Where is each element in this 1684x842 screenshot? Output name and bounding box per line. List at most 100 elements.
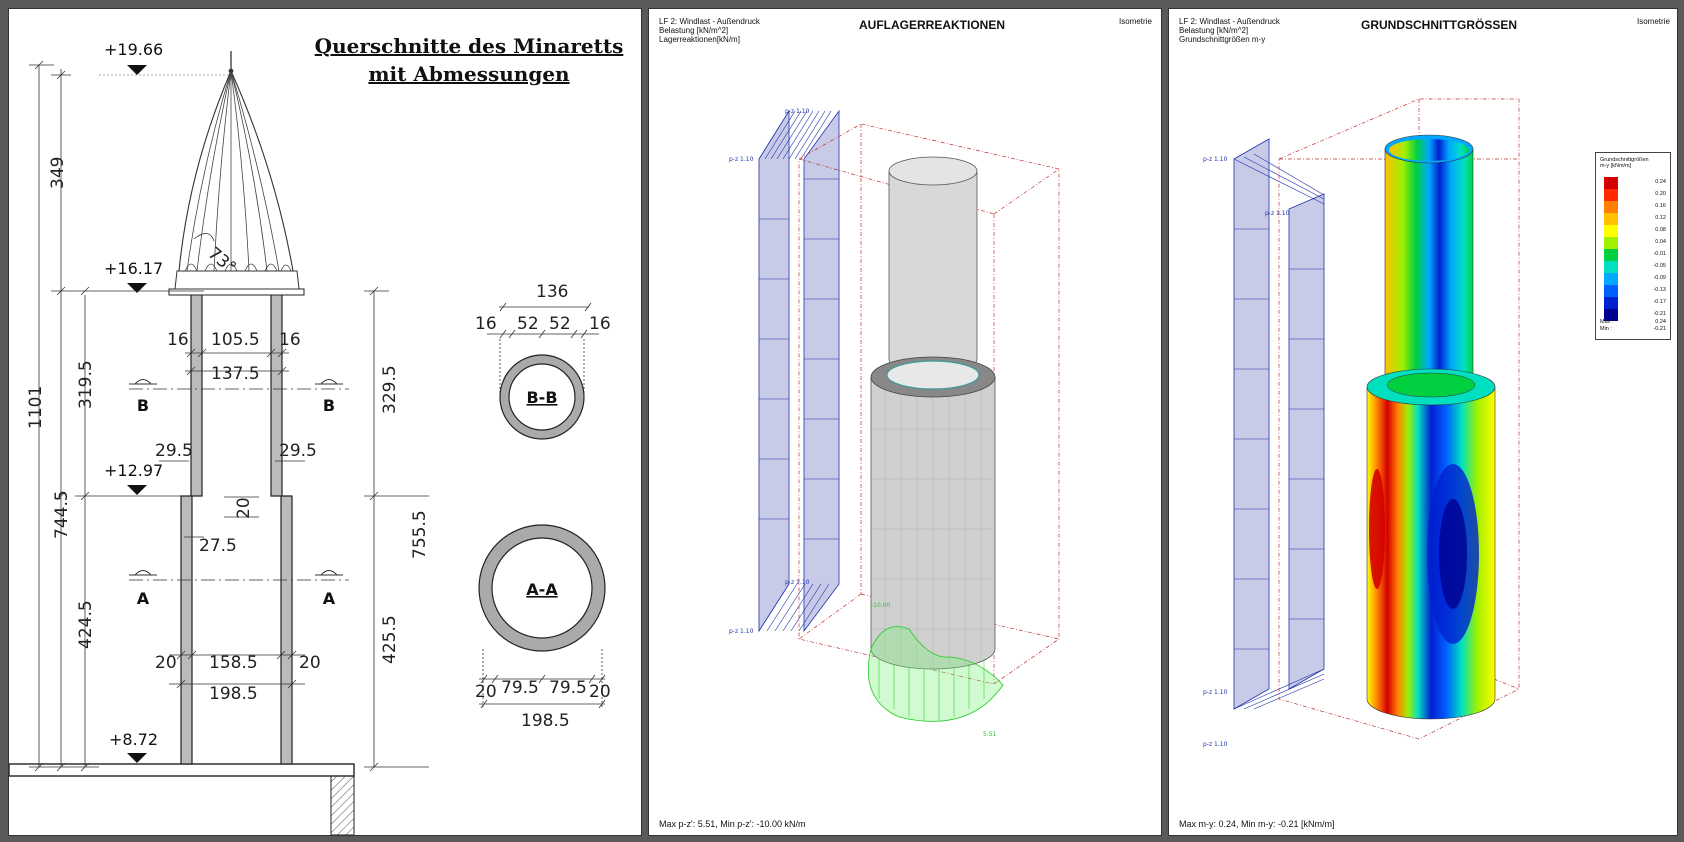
- legend-value: -0.13: [1653, 287, 1666, 293]
- upper-inner-width: 105.5: [211, 330, 260, 350]
- bb-half-52b: 52: [549, 314, 571, 334]
- lower-wall-left-20: 20: [155, 653, 177, 673]
- drawing-title-line1: Querschnitte des Minaretts: [315, 34, 624, 58]
- section-cut-b: B B: [129, 379, 349, 415]
- legend-min-value: -0.21: [1653, 326, 1666, 332]
- level-marker-872: +8.72: [109, 730, 158, 763]
- level-marker-1617: +16.17: [104, 259, 163, 293]
- height-4245: 424.5: [76, 600, 96, 649]
- legend-swatch: [1604, 297, 1618, 309]
- reaction-max-label: 5.51: [983, 731, 997, 738]
- legend-value: 0.20: [1655, 191, 1666, 197]
- legend-swatch: [1604, 237, 1618, 249]
- level-1297-label: +12.97: [104, 461, 163, 480]
- legend-swatch: [1604, 285, 1618, 297]
- legend-swatch: [1604, 249, 1618, 261]
- step-height-20: 20: [234, 497, 254, 519]
- legend-max-value: 0.24: [1655, 319, 1666, 325]
- section-mark-b-left: B: [137, 396, 149, 415]
- level-marker-1297: +12.97: [104, 461, 163, 495]
- legend-value: 0.04: [1655, 239, 1666, 245]
- legend-value: 0.08: [1655, 227, 1666, 233]
- aa-wall-20a: 20: [475, 682, 497, 702]
- aa-outer-1985: 198.5: [521, 711, 570, 731]
- spire-base-ring: [168, 288, 305, 296]
- legend-value: -0.21: [1653, 311, 1666, 317]
- p3-load-label-4: p-z 1.10: [1203, 741, 1228, 748]
- section-bb-label: B-B: [526, 388, 557, 407]
- legend-swatch: [1604, 201, 1618, 213]
- shaft-wall-left: [180, 290, 203, 765]
- lower-inner-width: 158.5: [209, 653, 258, 673]
- section-cut-a: A A: [129, 570, 349, 608]
- height-4255: 425.5: [380, 615, 400, 664]
- spire-cone: [174, 51, 300, 290]
- lower-outer-width: 198.5: [209, 684, 258, 704]
- legend-value: -0.05: [1653, 263, 1666, 269]
- lower-wall-275: 27.5: [199, 536, 237, 556]
- aa-half-795a: 79.5: [501, 678, 539, 698]
- legend-value: 0.12: [1655, 215, 1666, 221]
- legend-swatch: [1604, 213, 1618, 225]
- section-aa-label: A-A: [526, 580, 558, 599]
- legend-swatch: [1604, 273, 1618, 285]
- legend-max-label: Max :: [1600, 319, 1614, 325]
- p2-load-label-1: p-z 1.10: [729, 156, 754, 163]
- height-7445: 744.5: [52, 490, 72, 539]
- legend-swatch: [1604, 225, 1618, 237]
- legend-swatch: [1604, 189, 1618, 201]
- p2-load-label-3: p-z 1.10: [785, 579, 810, 586]
- legend-title-line2: m-y [kNm/m]: [1600, 163, 1632, 169]
- section-bb: B-B 136 16 52 52 16: [475, 282, 611, 440]
- height-1101: 1101: [26, 386, 46, 429]
- minaret-drawing-panel: Querschnitte des Minaretts mit Abmessung…: [8, 8, 642, 836]
- legend-value: 0.24: [1655, 179, 1666, 185]
- level-1617-label: +16.17: [104, 259, 163, 278]
- internal-forces-panel: LF 2: Windlast - Außendruck Belastung [k…: [1168, 8, 1678, 836]
- support-reactions-panel: LF 2: Windlast - Außendruck Belastung [k…: [648, 8, 1162, 836]
- color-legend: Grundschnittgrößen m-y [kNm/m] 0.24 0.20 0…: [1595, 152, 1671, 340]
- legend-min-label: Min :: [1600, 326, 1612, 332]
- upper-wall-right-16: 16: [279, 330, 301, 350]
- legend-value: 0.16: [1655, 203, 1666, 209]
- wind-load-diagram: p-z 1.10 p-z 1.10 p-z 1.10 p-z 1.10: [729, 108, 840, 635]
- p3-upper-cylinder: [1384, 134, 1474, 404]
- section-mark-b-right: B: [323, 396, 335, 415]
- legend-value: -0.01: [1653, 251, 1666, 257]
- drawing-title-line2: mit Abmessungen: [368, 62, 570, 86]
- p3-wind-load-diagram: p-z 1.10 p-z 1.10 p-z 1.10 p-z 1.10: [1203, 138, 1325, 748]
- legend-swatch: [1604, 177, 1618, 189]
- bb-half-52a: 52: [517, 314, 539, 334]
- upper-cylinder: [888, 156, 978, 374]
- p3-lower-cylinder: [1366, 368, 1496, 720]
- lower-cylinder: [870, 356, 996, 670]
- foundation-wall: [330, 775, 355, 835]
- height-3195: 319.5: [76, 360, 96, 409]
- height-349: 349: [48, 157, 68, 189]
- upper-wall-left-16: 16: [167, 330, 189, 350]
- legend-title: Grundschnittgrößen m-y [kNm/m]: [1600, 157, 1649, 169]
- bb-wall-16b: 16: [589, 314, 611, 334]
- support-reactions-model: p-z 1.10 p-z 1.10 p-z 1.10 p-z 1.10 -10.…: [729, 108, 1060, 738]
- legend-swatch: [1604, 261, 1618, 273]
- level-marker-1966: +19.66: [99, 40, 231, 76]
- p2-load-label-4: p-z 1.10: [729, 628, 754, 635]
- bb-wall-16a: 16: [475, 314, 497, 334]
- level-1966-label: +19.66: [104, 40, 163, 59]
- p3-load-label-3: p-z 1.10: [1203, 689, 1228, 696]
- upper-outer-width: 137.5: [211, 364, 260, 384]
- section-aa: A-A 20 79.5 79.5 20 198.5: [475, 524, 611, 731]
- p3-load-label-1: p-z 1.10: [1203, 156, 1228, 163]
- aa-half-795b: 79.5: [549, 678, 587, 698]
- step-left-295: 29.5: [155, 441, 193, 461]
- step-right-295: 29.5: [279, 441, 317, 461]
- aa-wall-20b: 20: [589, 682, 611, 702]
- section-mark-a-right: A: [323, 589, 336, 608]
- p2-load-label-2: p-z 1.10: [785, 108, 810, 115]
- section-mark-a-left: A: [137, 589, 150, 608]
- reaction-min-label: -10.00: [871, 602, 891, 609]
- level-872-label: +8.72: [109, 730, 158, 749]
- height-3295: 329.5: [380, 365, 400, 414]
- lower-wall-right-20: 20: [299, 653, 321, 673]
- height-7555: 755.5: [410, 510, 430, 559]
